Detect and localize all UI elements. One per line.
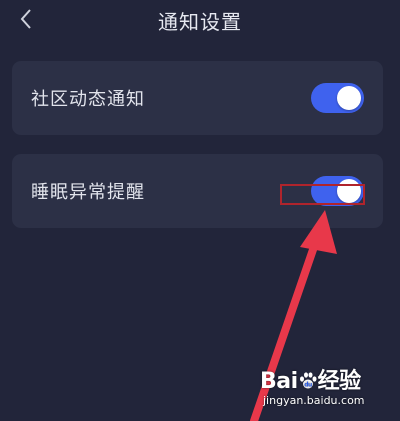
svg-text:du: du <box>304 382 312 389</box>
annotation-arrow-icon <box>250 210 337 421</box>
baidu-watermark: Bai du 经验 jingyan.baidu.com <box>260 363 390 413</box>
watermark-site: jingyan.baidu.com <box>263 394 365 407</box>
notification-settings-screen: 通知设置 社区动态通知 睡眠异常提醒 Bai du 经验 jingyan.bai… <box>0 0 400 421</box>
watermark-brand-a: Bai <box>260 369 298 394</box>
paw-icon: du <box>299 372 317 389</box>
watermark-brand-b: 经验 <box>317 369 362 394</box>
watermark-logo: Bai du 经验 <box>260 363 361 395</box>
